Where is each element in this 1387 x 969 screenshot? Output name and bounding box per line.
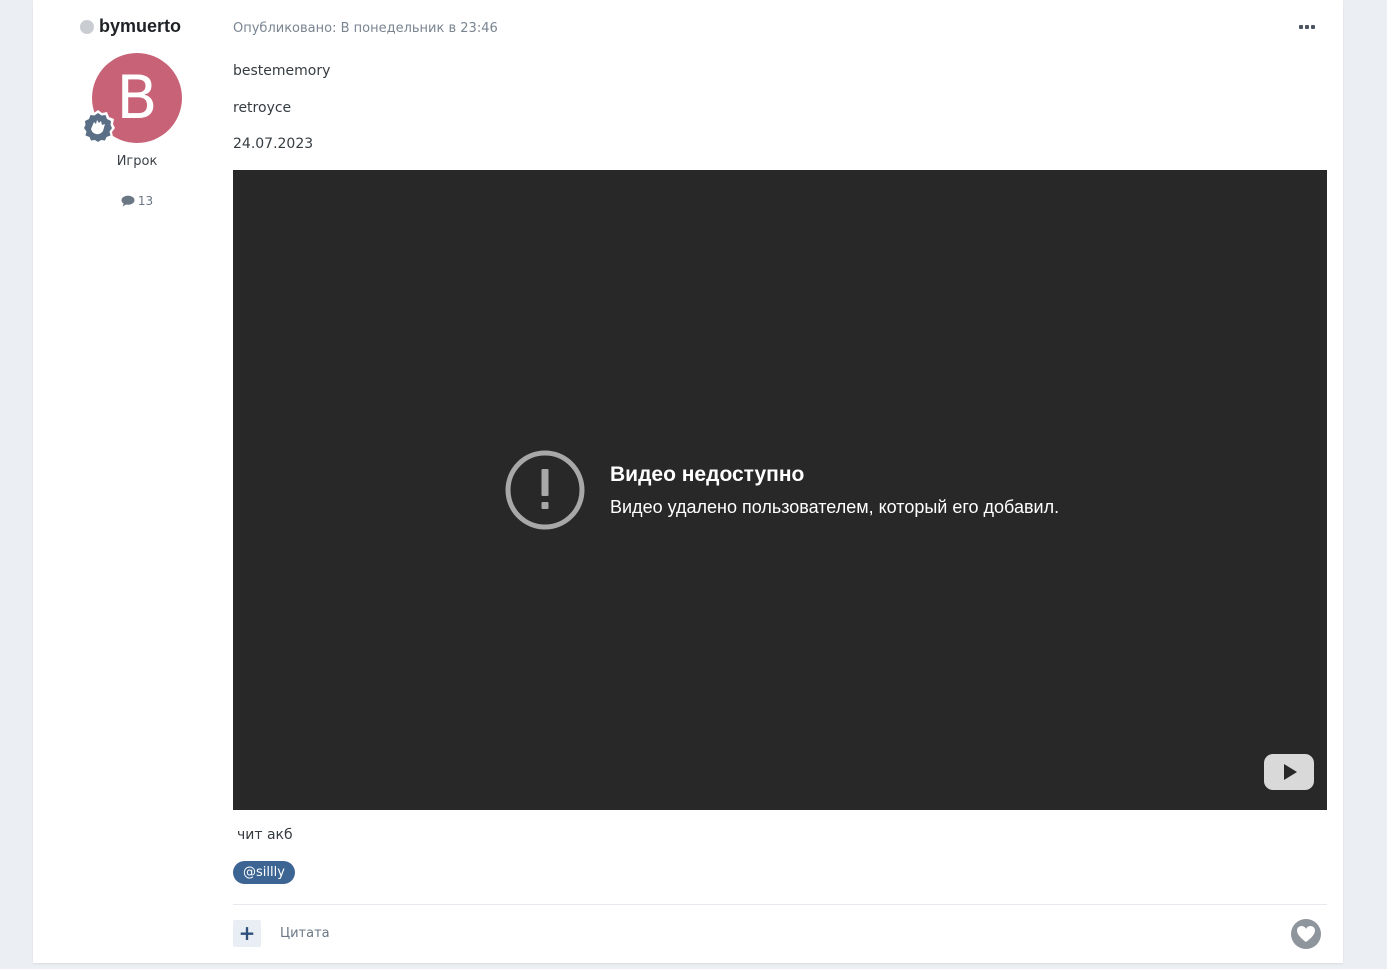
rank-badge-icon xyxy=(81,110,115,144)
post-card: bymuerto B Игрок 13 Опубликовано: В поне… xyxy=(33,0,1343,963)
heart-icon xyxy=(1297,926,1315,942)
multiquote-button[interactable]: + xyxy=(233,920,261,947)
warning-icon xyxy=(505,450,585,530)
video-error: Видео недоступно Видео удалено пользоват… xyxy=(504,449,1059,531)
video-error-message: Видео удалено пользователем, который его… xyxy=(610,496,1060,517)
reaction-button[interactable] xyxy=(1291,919,1321,949)
post-footer-text: чит акб xyxy=(237,827,293,843)
post-count-value: 13 xyxy=(137,194,154,208)
video-embed[interactable]: Видео недоступно Видео удалено пользоват… xyxy=(233,170,1327,810)
ellipsis-icon xyxy=(1299,25,1303,29)
author-post-count[interactable]: 13 xyxy=(33,194,241,208)
author-name-link[interactable]: bymuerto xyxy=(99,16,181,37)
quote-button[interactable]: Цитата xyxy=(280,926,330,941)
post-divider xyxy=(233,904,1327,905)
post-line-1: bestememory xyxy=(233,63,331,79)
more-options-button[interactable] xyxy=(1295,18,1319,36)
post-date[interactable]: Опубликовано: В понедельник в 23:46 xyxy=(233,21,498,36)
video-error-title: Видео недоступно xyxy=(610,462,805,486)
author-name-row: bymuerto xyxy=(80,16,181,37)
author-group-label: Игрок xyxy=(116,154,158,169)
comment-icon xyxy=(121,195,135,207)
post-line-3: 24.07.2023 xyxy=(233,136,314,152)
youtube-logo-icon[interactable] xyxy=(1264,754,1314,790)
offline-status-icon xyxy=(80,19,94,34)
mention-tag[interactable]: @sillly xyxy=(233,861,295,884)
post-line-2: retroyce xyxy=(233,100,292,116)
